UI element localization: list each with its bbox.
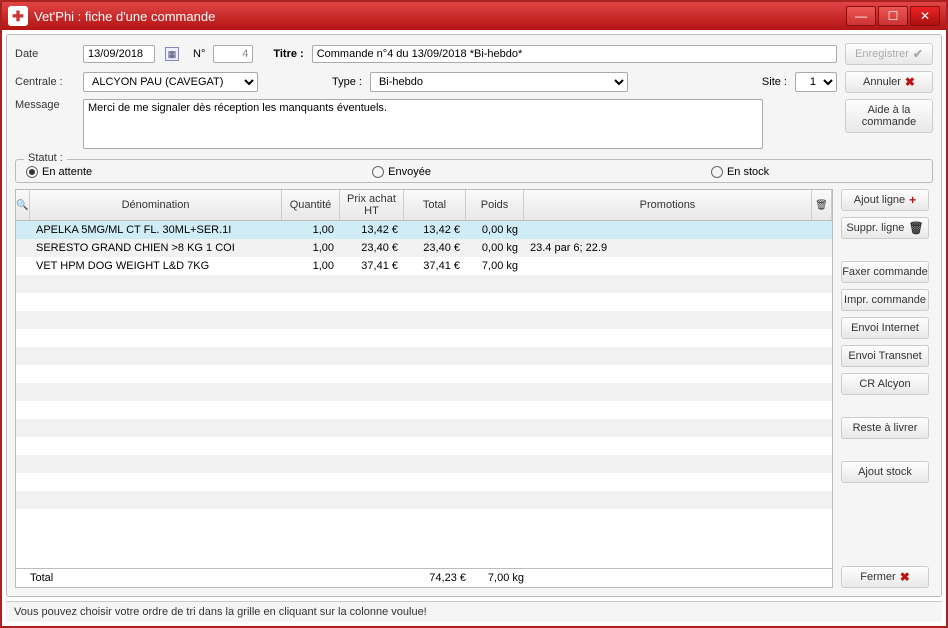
faxer-commande-button[interactable]: Faxer commande	[841, 261, 929, 283]
envoi-transnet-button[interactable]: Envoi Transnet	[841, 345, 929, 367]
statut-attente-radio[interactable]: En attente	[26, 166, 92, 178]
enregistrer-button[interactable]: Enregistrer ✔	[845, 43, 933, 65]
cell-qty: 1,00	[282, 241, 340, 255]
cell-denom: APELKA 5MG/ML CT FL. 30ML+SER.1I	[30, 223, 282, 237]
num-label: N°	[193, 48, 205, 60]
type-select[interactable]: Bi-hebdo	[370, 72, 628, 92]
radio-dot-icon	[711, 166, 723, 178]
grid-header-row: 🔍 Dénomination Quantité Prix achat HT To…	[16, 190, 832, 221]
aide-commande-button[interactable]: Aide à la commande	[845, 99, 933, 133]
window-title: Vet'Phi : fiche d'une commande	[34, 9, 846, 24]
radio-dot-icon	[26, 166, 38, 178]
table-row[interactable]	[16, 401, 832, 419]
table-row[interactable]	[16, 311, 832, 329]
message-label: Message	[15, 99, 75, 111]
window-titlebar: ✚ Vet'Phi : fiche d'une commande — ☐ ✕	[2, 2, 946, 30]
cr-alcyon-button[interactable]: CR Alcyon	[841, 373, 929, 395]
table-row[interactable]	[16, 347, 832, 365]
total-value: 74,23 €	[404, 572, 466, 584]
type-label: Type :	[332, 76, 362, 88]
centrale-label: Centrale :	[15, 76, 75, 88]
date-label: Date	[15, 48, 75, 60]
check-icon: ✔	[913, 47, 923, 61]
cell-poids: 0,00 kg	[466, 223, 524, 237]
reste-livrer-button[interactable]: Reste à livrer	[841, 417, 929, 439]
envoi-internet-button[interactable]: Envoi Internet	[841, 317, 929, 339]
grid-footer: Total 74,23 € 7,00 kg	[16, 568, 832, 587]
table-row[interactable]	[16, 509, 832, 527]
message-textarea[interactable]: Merci de me signaler dès réception les m…	[83, 99, 763, 149]
col-promotions[interactable]: Promotions	[524, 190, 812, 220]
col-prix[interactable]: Prix achat HT	[340, 190, 404, 220]
table-row[interactable]	[16, 419, 832, 437]
radio-dot-icon	[372, 166, 384, 178]
statut-group: Statut : En attente Envoyée En stock	[15, 159, 933, 183]
order-grid[interactable]: 🔍 Dénomination Quantité Prix achat HT To…	[15, 189, 833, 588]
table-row[interactable]	[16, 455, 832, 473]
table-row[interactable]	[16, 437, 832, 455]
col-poids[interactable]: Poids	[466, 190, 524, 220]
cell-total: 23,40 €	[404, 241, 466, 255]
table-row[interactable]: SERESTO GRAND CHIEN >8 KG 1 COI1,0023,40…	[16, 239, 832, 257]
cell-qty: 1,00	[282, 259, 340, 273]
search-icon[interactable]: 🔍	[16, 190, 30, 220]
table-row[interactable]	[16, 365, 832, 383]
cell-promo	[524, 229, 812, 231]
cell-denom: SERESTO GRAND CHIEN >8 KG 1 COI	[30, 241, 282, 255]
site-label: Site :	[762, 76, 787, 88]
site-select[interactable]: 1	[795, 72, 837, 92]
titre-input[interactable]	[312, 45, 837, 63]
cell-poids: 0,00 kg	[466, 241, 524, 255]
suppr-ligne-button[interactable]: Suppr. ligne🗑	[841, 217, 929, 239]
cell-prix: 13,42 €	[340, 223, 404, 237]
num-input[interactable]	[213, 45, 253, 63]
col-quantite[interactable]: Quantité	[282, 190, 340, 220]
cell-promo	[524, 265, 812, 267]
calendar-icon[interactable]: ▦	[165, 47, 179, 61]
statut-stock-radio[interactable]: En stock	[711, 166, 769, 178]
cell-promo: 23.4 par 6; 22.9	[524, 241, 812, 255]
table-row[interactable]	[16, 275, 832, 293]
trash-icon[interactable]: 🗑	[812, 190, 832, 220]
app-logo-icon: ✚	[8, 6, 28, 26]
table-row[interactable]	[16, 293, 832, 311]
ajout-ligne-button[interactable]: Ajout ligne+	[841, 189, 929, 211]
centrale-select[interactable]: ALCYON PAU (CAVEGAT)	[83, 72, 258, 92]
cell-total: 13,42 €	[404, 223, 466, 237]
cell-total: 37,41 €	[404, 259, 466, 273]
table-row[interactable]	[16, 491, 832, 509]
col-total[interactable]: Total	[404, 190, 466, 220]
impr-commande-button[interactable]: Impr. commande	[841, 289, 929, 311]
date-input[interactable]	[83, 45, 155, 63]
maximize-button[interactable]: ☐	[878, 6, 908, 26]
status-bar: Vous pouvez choisir votre ordre de tri d…	[6, 601, 942, 622]
table-row[interactable]	[16, 383, 832, 401]
table-row[interactable]: VET HPM DOG WEIGHT L&D 7KG1,0037,41 €37,…	[16, 257, 832, 275]
table-row[interactable]: APELKA 5MG/ML CT FL. 30ML+SER.1I1,0013,4…	[16, 221, 832, 239]
fermer-button[interactable]: Fermer✖	[841, 566, 929, 588]
statut-legend: Statut :	[24, 152, 67, 164]
cancel-icon: ✖	[905, 75, 915, 89]
statut-envoyee-radio[interactable]: Envoyée	[372, 166, 431, 178]
close-window-button[interactable]: ✕	[910, 6, 940, 26]
cell-prix: 37,41 €	[340, 259, 404, 273]
cell-prix: 23,40 €	[340, 241, 404, 255]
annuler-button[interactable]: Annuler ✖	[845, 71, 933, 93]
cell-poids: 7,00 kg	[466, 259, 524, 273]
cell-qty: 1,00	[282, 223, 340, 237]
total-poids: 7,00 kg	[466, 572, 524, 584]
cell-denom: VET HPM DOG WEIGHT L&D 7KG	[30, 259, 282, 273]
minimize-button[interactable]: —	[846, 6, 876, 26]
total-label: Total	[30, 572, 282, 584]
ajout-stock-button[interactable]: Ajout stock	[841, 461, 929, 483]
table-row[interactable]	[16, 329, 832, 347]
trash-icon: 🗑	[908, 221, 923, 235]
col-denomination[interactable]: Dénomination	[30, 190, 282, 220]
close-icon: ✖	[900, 570, 910, 584]
table-row[interactable]	[16, 473, 832, 491]
titre-label: Titre :	[273, 48, 303, 60]
plus-icon: +	[909, 193, 916, 207]
